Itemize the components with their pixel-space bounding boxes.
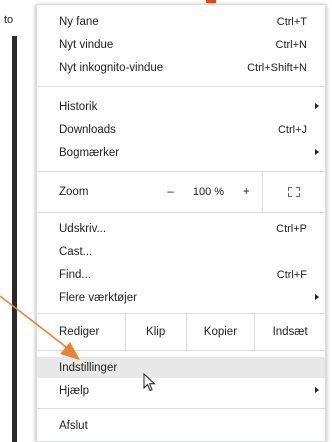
mouse-cursor-icon: [143, 373, 156, 392]
annotation-arrow-icon: [0, 295, 80, 360]
